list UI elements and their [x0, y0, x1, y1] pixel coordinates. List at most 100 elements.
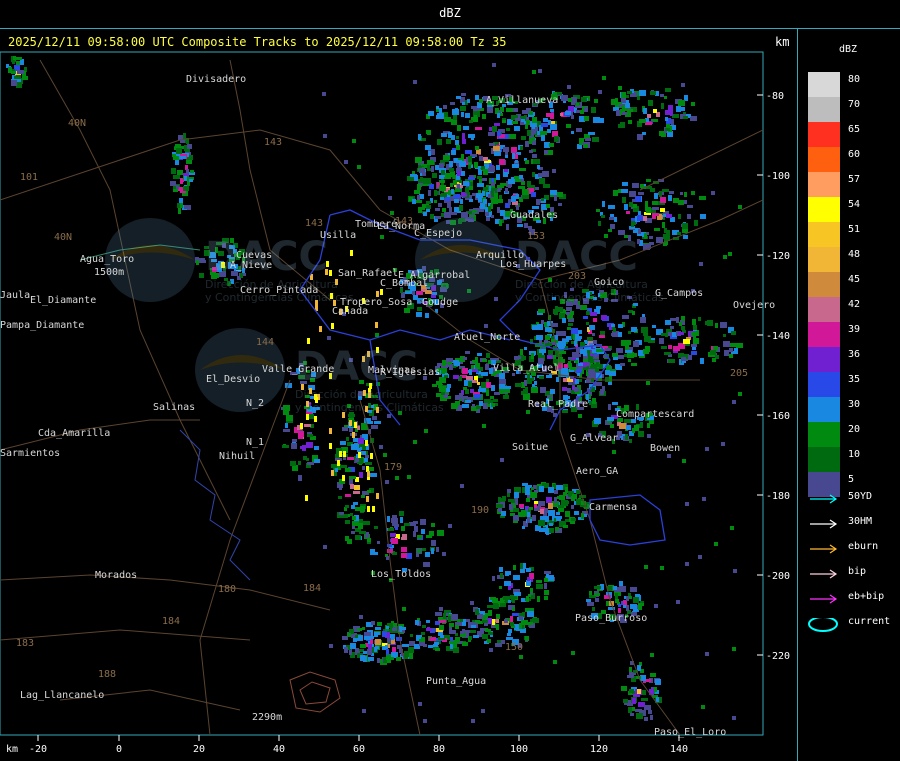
- reflectivity-cell: [455, 637, 460, 643]
- reflectivity-cell: [656, 237, 663, 243]
- reflectivity-cell: [416, 553, 419, 557]
- reflectivity-cell: [662, 189, 669, 192]
- reflectivity-cell: [621, 686, 627, 691]
- reflectivity-cell: [475, 609, 479, 615]
- reflectivity-cell: [444, 173, 451, 179]
- track-legend-item: eb+bip: [808, 591, 898, 605]
- reflectivity-cell: [508, 179, 515, 184]
- reflectivity-cell: [587, 337, 593, 341]
- legend-swatch: [808, 397, 840, 422]
- reflectivity-cell: [435, 208, 440, 211]
- reflectivity-cell: [545, 335, 550, 340]
- reflectivity-cell: [477, 176, 482, 179]
- reflectivity-cell: [624, 354, 627, 357]
- reflectivity-cell: [584, 116, 589, 121]
- reflectivity-cell: [405, 291, 412, 294]
- reflectivity-cell: [629, 202, 633, 207]
- reflectivity-cell: [444, 375, 448, 378]
- reflectivity-cell: [463, 181, 469, 186]
- reflectivity-cell: [521, 119, 525, 122]
- reflectivity-cell: [645, 122, 652, 125]
- reflectivity-cell: [608, 229, 612, 232]
- reflectivity-cell: [660, 566, 664, 570]
- reflectivity-cell: [499, 159, 505, 165]
- reflectivity-cell: [638, 192, 644, 195]
- reflectivity-cell: [428, 645, 433, 648]
- reflectivity-cell: [409, 653, 413, 659]
- track-legend-label: 30HM: [848, 516, 873, 527]
- radar-map[interactable]: DACCDirección de Agriculturay Contingenc…: [0, 0, 797, 761]
- reflectivity-cell: [678, 200, 684, 205]
- reflectivity-cell: [536, 580, 542, 583]
- reflectivity-cell: [512, 121, 518, 124]
- reflectivity-cell: [530, 588, 533, 593]
- reflectivity-cell: [540, 131, 547, 135]
- reflectivity-cell: [474, 115, 477, 120]
- reflectivity-cell: [530, 619, 534, 622]
- reflectivity-cell: [694, 220, 698, 226]
- reflectivity-cell: [360, 644, 366, 647]
- reflectivity-cell: [391, 538, 398, 544]
- reflectivity-cell: [477, 183, 484, 187]
- reflectivity-cell: [660, 94, 664, 97]
- reflectivity-cell: [622, 315, 629, 319]
- reflectivity-cell: [474, 162, 478, 168]
- reflectivity-cell: [286, 415, 293, 421]
- reflectivity-cell: [624, 204, 628, 210]
- place-label: Guadales: [510, 210, 558, 221]
- reflectivity-cell: [584, 107, 588, 112]
- reflectivity-cell: [623, 605, 626, 608]
- reflectivity-cell: [546, 497, 552, 503]
- route-number: 150: [505, 642, 523, 653]
- reflectivity-cell: [644, 233, 647, 239]
- reflectivity-cell: [475, 95, 479, 100]
- reflectivity-cell: [480, 203, 485, 209]
- reflectivity-cell: [410, 174, 417, 177]
- reflectivity-cell: [454, 199, 459, 203]
- reflectivity-cell: [476, 193, 483, 198]
- reflectivity-cell: [609, 371, 616, 376]
- reflectivity-cell: [451, 614, 458, 620]
- place-label: Nihuil: [219, 451, 255, 462]
- reflectivity-cell: [615, 593, 618, 599]
- place-label: Real_Padre: [528, 399, 588, 410]
- reflectivity-cell: [380, 289, 383, 295]
- reflectivity-cell: [568, 357, 572, 360]
- reflectivity-cell: [596, 306, 601, 309]
- reflectivity-cell: [175, 144, 181, 148]
- x-axis-tick-label: 60: [353, 744, 365, 755]
- reflectivity-cell: [179, 156, 186, 159]
- reflectivity-cell: [493, 399, 498, 402]
- reflectivity-cell: [576, 490, 580, 494]
- reflectivity-cell: [489, 143, 495, 146]
- reflectivity-cell: [494, 297, 498, 301]
- reflectivity-cell: [314, 446, 319, 450]
- reflectivity-cell: [610, 214, 614, 217]
- reflectivity-cell: [632, 183, 639, 188]
- reflectivity-cell: [428, 168, 431, 171]
- reflectivity-cell: [454, 362, 460, 366]
- reflectivity-cell: [491, 182, 495, 186]
- reflectivity-cell: [437, 530, 444, 536]
- reflectivity-cell: [521, 620, 528, 625]
- reflectivity-cell: [179, 198, 183, 203]
- reflectivity-cell: [283, 429, 290, 432]
- reflectivity-cell: [379, 445, 383, 449]
- reflectivity-cell: [638, 603, 644, 606]
- reflectivity-cell: [11, 80, 17, 86]
- reflectivity-cell: [375, 322, 378, 328]
- track-legend-label: current: [848, 616, 891, 627]
- reflectivity-cell: [450, 644, 453, 649]
- reflectivity-cell: [682, 223, 688, 229]
- route-number: 184: [303, 583, 321, 594]
- reflectivity-cell: [471, 719, 475, 723]
- reflectivity-cell: [665, 88, 671, 92]
- reflectivity-cell: [684, 192, 687, 197]
- reflectivity-cell: [367, 490, 371, 493]
- reflectivity-cell: [557, 192, 563, 197]
- reflectivity-cell: [351, 505, 355, 509]
- reflectivity-cell: [729, 354, 733, 358]
- reflectivity-cell: [520, 563, 523, 569]
- place-label: G_Alvear: [570, 433, 618, 444]
- reflectivity-cell: [302, 445, 306, 451]
